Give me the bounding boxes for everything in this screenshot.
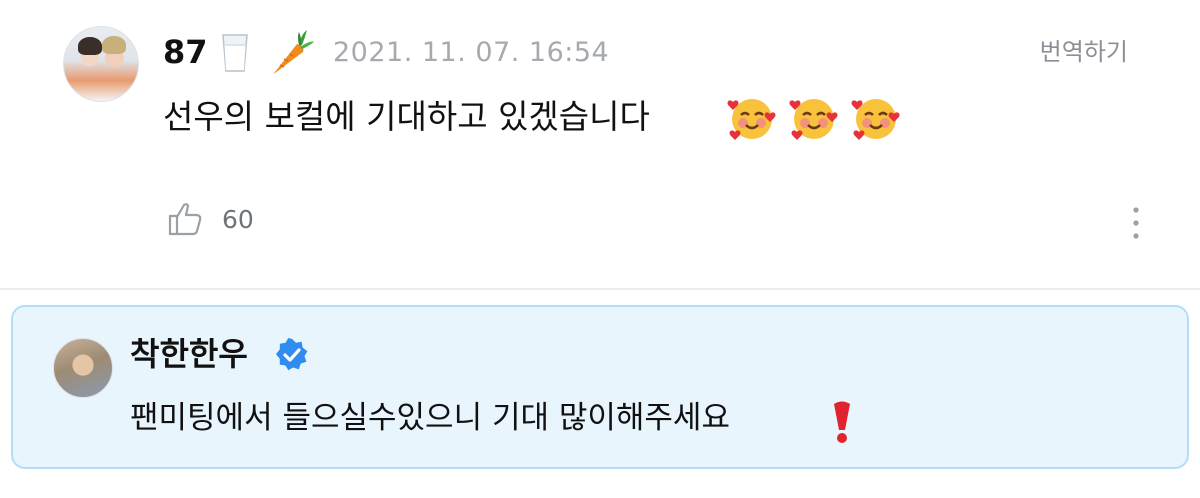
divider	[0, 288, 1200, 290]
smiling-face-with-hearts-emoji	[727, 99, 776, 140]
comment-timestamp: 2021. 11. 07. 16:54	[333, 37, 610, 68]
more-options-icon[interactable]	[1126, 206, 1146, 240]
smiling-face-with-hearts-emoji	[789, 99, 838, 140]
comment-emojis	[727, 94, 901, 142]
reply-author-name[interactable]: 착한한우	[130, 332, 248, 376]
milk-glass-emoji	[222, 34, 248, 72]
verified-badge-icon	[276, 338, 308, 371]
carrot-emoji	[273, 30, 314, 74]
like-count: 60	[222, 205, 254, 234]
reply-text: 팬미팅에서 들으실수있으니 기대 많이해주세요	[130, 400, 730, 436]
commenter-avatar[interactable]	[63, 26, 139, 102]
red-exclamation-emoji	[834, 401, 850, 443]
commenter-name[interactable]: 87	[163, 30, 208, 74]
thumbs-up-icon[interactable]	[166, 200, 204, 238]
smiling-face-with-hearts-emoji	[851, 99, 900, 140]
comment: 87 2021. 11. 07. 16:54 번역하기 선우의 보컬에 기대하고…	[0, 0, 1200, 290]
comment-text: 선우의 보컬에 기대하고 있겠습니다	[163, 97, 650, 136]
reply-author-avatar[interactable]	[53, 338, 113, 398]
artist-reply: 착한한우 팬미팅에서 들으실수있으니 기대 많이해주세요	[11, 305, 1189, 469]
translate-button[interactable]: 번역하기	[1040, 34, 1128, 70]
